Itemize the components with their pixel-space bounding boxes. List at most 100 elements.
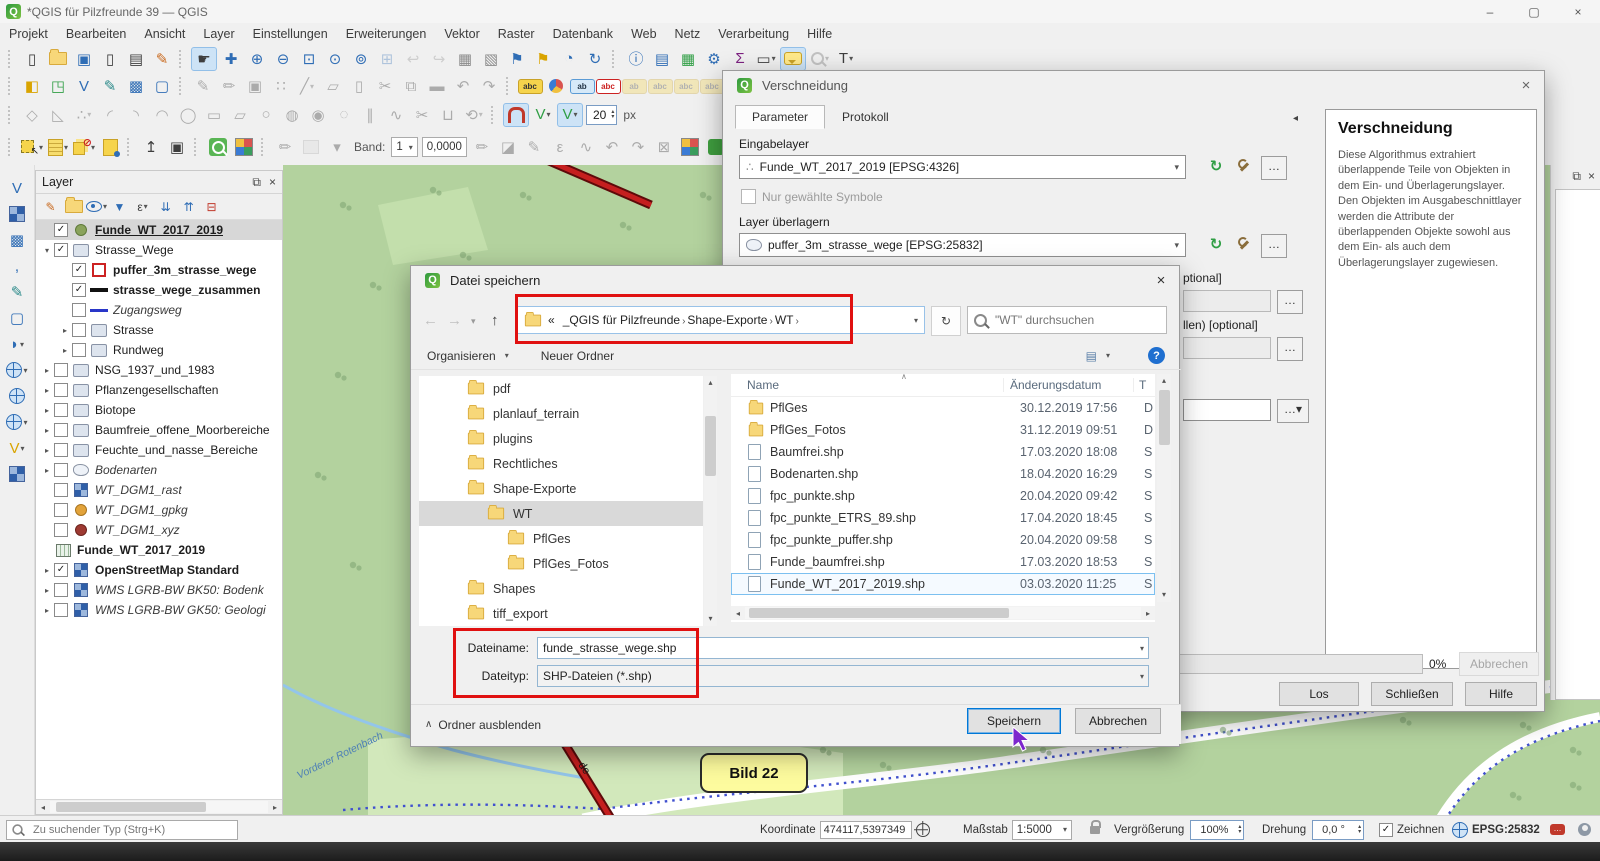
layer-checkbox[interactable]: ✓ [72,283,86,297]
file-row-baumfrei-shp[interactable]: Baumfrei.shp17.03.2020 18:08S [731,441,1155,463]
cancel-button[interactable]: Abbrechen [1075,708,1161,734]
add-gpx-layer-icon[interactable]: ✎ [5,281,29,303]
refresh-map-icon[interactable]: ↻ [583,48,607,70]
log-icon[interactable] [1578,823,1591,836]
output-field[interactable] [1183,399,1271,421]
layer-labeling-icon[interactable]: abc [518,75,542,97]
layer-item-strasse-wege-zusammen[interactable]: ✓strasse_wege_zusammen [36,280,282,300]
layer-checkbox[interactable] [54,583,68,597]
hide-folders-button[interactable]: Ordner ausblenden [438,718,541,732]
layer-item-wt-dgm1-xyz[interactable]: WT_DGM1_xyz [36,520,282,540]
scroll-right-icon[interactable]: ▸ [268,803,282,812]
address-dropdown-icon[interactable]: ▾ [914,316,918,325]
folder-tree-item-pdf[interactable]: pdf [419,376,703,401]
expression-filter-icon[interactable]: ε▾ [132,197,153,216]
breadcrumb-address-bar[interactable]: « _QGIS für Pilzfreunde›Shape-Exporte›WT… [517,306,925,334]
help-button[interactable]: Hilfe [1465,682,1537,706]
snapping-type-icon[interactable]: V▾ [531,104,555,126]
layer-checkbox[interactable] [54,443,68,457]
layer-tree-hscrollbar[interactable]: ◂ ▸ [36,799,282,814]
folder-tree-item-shapes[interactable]: Shapes [419,576,703,601]
layer-item-funde-wt-2017-2019[interactable]: ✓Funde_WT_2017_2019 [36,220,282,240]
column-name[interactable]: Name [731,378,1003,392]
add-delimited-text-icon[interactable]: , [5,255,29,277]
layer-checkbox[interactable] [54,403,68,417]
expander-icon[interactable]: ▾ [40,246,54,255]
map-themes-icon[interactable]: ▾ [86,197,107,216]
data-source-manager-icon[interactable]: ◧ [20,75,44,97]
pin-labels-icon[interactable]: ab [570,75,594,97]
add-wms-layer-icon[interactable]: ▾ [5,359,29,381]
layer-item-puffer-3m-strasse-wege[interactable]: ✓puffer_3m_strasse_wege [36,260,282,280]
layer-item-bodenarten[interactable]: ▸Bodenarten [36,460,282,480]
save-button[interactable]: Speichern [967,708,1061,734]
browse-overlay-button[interactable]: … [1261,234,1287,258]
style-manager-icon[interactable]: ✎ [150,48,174,70]
browse-input-button[interactable]: … [1261,156,1287,180]
layer-item-wms-lgrb-bw-gk50-geologi[interactable]: ▸WMS LGRB-BW GK50: Geologi [36,600,282,620]
close-panel-icon[interactable]: × [269,175,276,190]
folder-tree-item-tiff-export[interactable]: tiff_export [419,601,703,626]
optional-field-2[interactable] [1183,337,1271,359]
layer-checkbox[interactable]: ✓ [54,243,68,257]
add-vector-layer-icon[interactable]: V [5,177,29,199]
anchor-icon[interactable]: ↥ [139,136,163,158]
remove-layer-icon[interactable]: ⊟ [201,197,222,216]
layer-item-pflanzengesellschaften[interactable]: ▸Pflanzengesellschaften [36,380,282,400]
expander-icon[interactable]: ▸ [40,606,54,615]
iterate-icon[interactable]: ↻ [1204,233,1228,255]
view-dropdown-icon[interactable]: ▾ [1106,351,1110,360]
eingabelayer-combo[interactable]: ∴ Funde_WT_2017_2019 [EPSG:4326] ▾ [739,155,1186,179]
expander-icon[interactable]: ▸ [40,366,54,375]
layer-item-wms-lgrb-bw-bk50-bodenk[interactable]: ▸WMS LGRB-BW BK50: Bodenk [36,580,282,600]
text-annotation-icon[interactable]: T▾ [834,48,858,70]
new-temporary-layer-icon[interactable]: ▩ [124,75,148,97]
ueberlagern-combo[interactable]: puffer_3m_strasse_wege [EPSG:25832] ▾ [739,233,1186,257]
file-row-pflges-fotos[interactable]: PflGes_Fotos31.12.2019 09:51D [731,419,1155,441]
breadcrumb-item[interactable]: WT [775,313,794,327]
layer-styling-panel-icon[interactable]: ✎ [40,197,61,216]
close-dialog-icon[interactable]: × [1151,272,1171,289]
folder-tree-item-plugins[interactable]: plugins [419,426,703,451]
statistics-icon[interactable]: ▦ [676,48,700,70]
view-list-icon[interactable]: ▤ [1086,349,1097,363]
new-table-icon[interactable] [5,463,29,485]
layer-item-biotope[interactable]: ▸Biotope [36,400,282,420]
new-project-icon[interactable]: ▯ [20,48,44,70]
layer-item-wt-dgm1-rast[interactable]: WT_DGM1_rast [36,480,282,500]
zeichnen-checkbox[interactable]: ✓ [1379,823,1393,837]
new-virtual-layer-icon[interactable]: ▢ [150,75,174,97]
advanced-options-wrench-icon[interactable] [1232,233,1256,255]
attribute-table-icon[interactable]: ▤ [650,48,674,70]
layer-item-baumfreie-offene-moorbereiche[interactable]: ▸Baumfreie_offene_Moorbereiche [36,420,282,440]
new-shapefile-layer-icon[interactable]: V [72,75,96,97]
layer-item-wt-dgm1-gpkg[interactable]: WT_DGM1_gpkg [36,500,282,520]
expander-icon[interactable]: ▸ [58,326,72,335]
scroll-down-icon[interactable]: ▾ [704,612,717,626]
menu-vektor[interactable]: Vektor [435,27,488,41]
file-row-bodenarten-shp[interactable]: Bodenarten.shp18.04.2020 16:29S [731,463,1155,485]
add-raster-layer-icon[interactable] [5,203,29,225]
column-type[interactable]: T [1133,378,1155,392]
sum-features-icon[interactable]: Σ [728,48,752,70]
layer-item-feuchte-und-nasse-bereiche[interactable]: ▸Feuchte_und_nasse_Bereiche [36,440,282,460]
expander-icon[interactable]: ▸ [40,426,54,435]
new-geopackage-layer-icon[interactable]: ◳ [46,75,70,97]
maximize-button[interactable]: ▢ [1512,5,1556,19]
file-row-funde-wt-2017-2019-shp[interactable]: Funde_WT_2017_2019.shp03.03.2020 11:25S [731,573,1155,595]
layer-checkbox[interactable] [54,483,68,497]
folder-tree-item-rechtliches[interactable]: Rechtliches [419,451,703,476]
menu-web[interactable]: Web [622,27,665,41]
georeferencer-icon[interactable] [206,136,230,158]
select-by-location-icon[interactable] [98,136,122,158]
file-list-hscrollbar[interactable]: ◂ ▸ [731,606,1155,620]
collapse-description-icon[interactable]: ◂ [1293,113,1298,124]
filename-dropdown-icon[interactable]: ▾ [1140,644,1144,653]
add-wcs-layer-icon[interactable] [5,385,29,407]
browse-button[interactable]: … [1277,290,1303,314]
select-by-value-icon[interactable]: ▾ [46,136,70,158]
menu-raster[interactable]: Raster [489,27,544,41]
layer-checkbox[interactable] [54,363,68,377]
add-postgis-layer-icon[interactable]: ◗▾ [5,333,29,355]
map-tips-icon[interactable] [780,47,806,71]
